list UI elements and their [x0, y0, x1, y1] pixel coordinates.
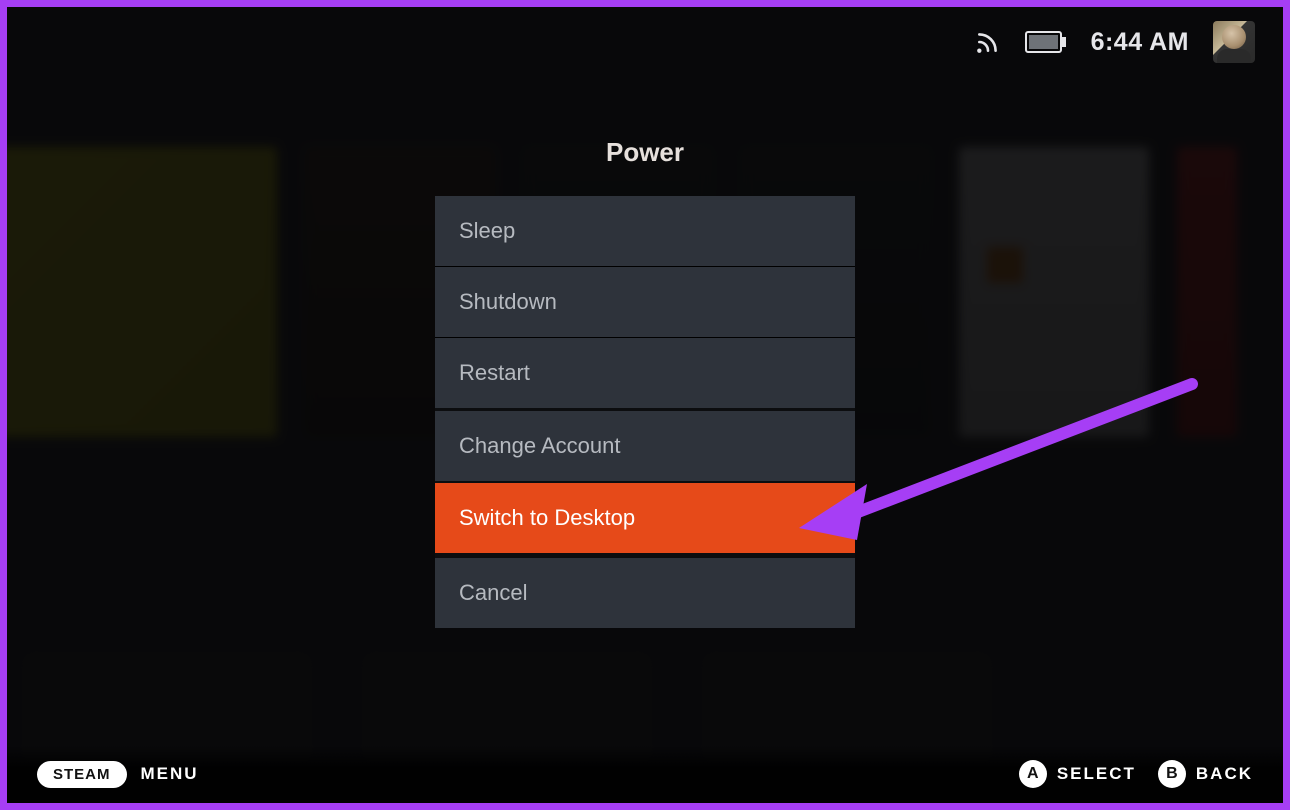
footer-bar: STEAM MENU A SELECT B BACK — [7, 745, 1283, 803]
menu-item-sleep[interactable]: Sleep — [435, 196, 855, 266]
menu-item-label: Change Account — [459, 433, 620, 458]
hint-select: A SELECT — [1019, 760, 1136, 788]
wifi-rss-icon — [975, 29, 1001, 55]
menu-item-label: Cancel — [459, 580, 527, 605]
menu-item-switch-to-desktop[interactable]: Switch to Desktop — [435, 481, 855, 555]
clock: 6:44 AM — [1091, 28, 1189, 57]
b-button-glyph: B — [1166, 765, 1178, 783]
menu-item-label: Switch to Desktop — [459, 505, 635, 530]
b-button-icon: B — [1158, 760, 1186, 788]
menu-item-shutdown[interactable]: Shutdown — [435, 266, 855, 337]
app-frame: 6:44 AM Power Sleep Shutdown Restart Cha… — [0, 0, 1290, 810]
steam-button[interactable]: STEAM — [37, 761, 127, 788]
menu-item-change-account[interactable]: Change Account — [435, 408, 855, 481]
avatar[interactable] — [1213, 21, 1255, 63]
menu-item-label: Restart — [459, 360, 530, 385]
hint-back: B BACK — [1158, 760, 1253, 788]
dialog-title: Power — [435, 137, 855, 168]
footer-left: STEAM MENU — [37, 761, 199, 788]
hint-select-label: SELECT — [1057, 764, 1136, 784]
status-bar: 6:44 AM — [975, 21, 1255, 63]
a-button-glyph: A — [1027, 765, 1039, 783]
menu-item-restart[interactable]: Restart — [435, 337, 855, 408]
menu-item-cancel[interactable]: Cancel — [435, 555, 855, 628]
a-button-icon: A — [1019, 760, 1047, 788]
footer-right: A SELECT B BACK — [1019, 760, 1253, 788]
menu-label: MENU — [141, 764, 199, 784]
battery-icon — [1025, 31, 1067, 53]
menu-item-label: Shutdown — [459, 289, 557, 314]
power-dialog: Power Sleep Shutdown Restart Change Acco… — [435, 137, 855, 628]
steam-button-label: STEAM — [53, 766, 111, 783]
power-menu: Sleep Shutdown Restart Change Account Sw… — [435, 196, 855, 628]
hint-back-label: BACK — [1196, 764, 1253, 784]
menu-item-label: Sleep — [459, 218, 515, 243]
